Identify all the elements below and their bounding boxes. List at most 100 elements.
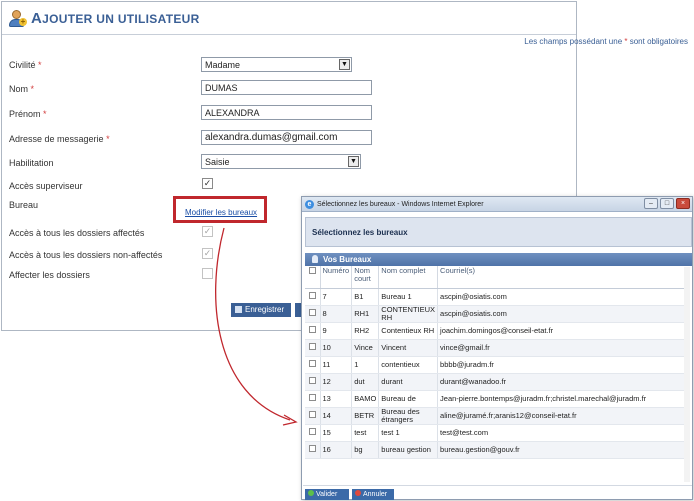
minimize-button[interactable]: – — [644, 198, 658, 209]
col-numero: Numéro — [319, 266, 352, 289]
row-checkbox[interactable] — [308, 343, 316, 350]
dialog-heading: Sélectionnez les bureaux — [305, 217, 692, 247]
courriel-cell: vince@gmail.fr — [437, 339, 688, 357]
numero-cell: 9 — [319, 322, 352, 340]
chevron-down-icon: ▼ — [339, 59, 350, 70]
affectes-label: Accès à tous les dossiers affectés — [9, 228, 145, 238]
row-checkbox[interactable] — [308, 428, 316, 435]
row-checkbox[interactable] — [308, 394, 316, 401]
close-button[interactable]: × — [676, 198, 690, 209]
col-nom-complet: Nom complet — [378, 266, 438, 289]
nom-court-cell: test — [351, 424, 379, 442]
page-title: AJOUTER UN UTILISATEUR — [31, 9, 200, 27]
nom-court-cell: 1 — [351, 356, 379, 374]
maximize-button[interactable]: □ — [660, 198, 674, 209]
form-header: + AJOUTER UN UTILISATEUR — [2, 2, 576, 35]
row-checkbox[interactable] — [308, 326, 316, 333]
valider-button[interactable]: Valider — [305, 489, 349, 500]
numero-cell: 15 — [319, 424, 352, 442]
row-checkbox[interactable] — [308, 292, 316, 299]
table-row[interactable]: 12 dut durant durant@wanadoo.fr — [305, 373, 688, 391]
courriel-cell: bureau.gestion@gouv.fr — [437, 441, 688, 459]
habilitation-label: Habilitation — [9, 158, 54, 168]
numero-cell: 10 — [319, 339, 352, 357]
col-courriels: Courriel(s) — [437, 266, 688, 289]
nom-complet-cell: test 1 — [378, 424, 438, 442]
courriel-cell: ascpin@osiatis.com — [437, 305, 688, 323]
table-row[interactable]: 16 bg bureau gestion bureau.gestion@gouv.fr — [305, 441, 688, 459]
nom-court-cell: bg — [351, 441, 379, 459]
courriel-cell: bbbb@juradm.fr — [437, 356, 688, 374]
nom-complet-cell: Bureau 1 — [378, 288, 438, 306]
save-button[interactable]: Enregistrer — [231, 303, 291, 317]
courriel-cell: durant@wanadoo.fr — [437, 373, 688, 391]
window-title: Sélectionnez les bureaux - Windows Inter… — [317, 200, 484, 208]
non-affectes-checkbox[interactable]: ✓ — [202, 248, 213, 259]
civilite-select[interactable]: Madame ▼ — [201, 57, 352, 72]
table-row[interactable]: 9 RH2 Contentieux RH joachim.domingos@conse… — [305, 322, 688, 340]
table-row[interactable]: 14 BETR Bureau des étrangers aline@juramé.f… — [305, 407, 688, 425]
courriel-cell: joachim.domingos@conseil-etat.fr — [437, 322, 688, 340]
select-all-checkbox[interactable] — [308, 267, 316, 274]
habilitation-select[interactable]: Saisie ▼ — [201, 154, 361, 169]
add-user-icon: + — [8, 9, 27, 27]
row-checkbox[interactable] — [308, 309, 316, 316]
table-row[interactable]: 15 test test 1 test@test.com — [305, 424, 688, 442]
nom-label: Nom * — [9, 84, 35, 94]
numero-cell: 12 — [319, 373, 352, 391]
annuler-button[interactable]: Annuler — [352, 489, 394, 500]
select-all-checkbox-cell[interactable] — [305, 266, 320, 289]
nom-complet-cell: durant — [378, 373, 438, 391]
nom-court-cell: RH2 — [351, 322, 379, 340]
nom-court-cell: Vince — [351, 339, 379, 357]
bureau-label: Bureau — [9, 200, 39, 210]
scrollbar[interactable] — [684, 267, 690, 482]
row-checkbox[interactable] — [308, 411, 316, 418]
table-row[interactable]: 8 RH1 CONTENTIEUX RH ascpin@osiatis.com — [305, 305, 688, 323]
bureaux-table: Numéro Nom court Nom complet Courriel(s)… — [305, 266, 688, 459]
nom-court-cell: BETR — [351, 407, 379, 425]
nom-court-cell: RH1 — [351, 305, 379, 323]
section-header: Vos Bureaux — [305, 253, 692, 266]
non-affectes-label: Accès à tous les dossiers non-affectés — [9, 250, 163, 260]
row-checkbox[interactable] — [308, 445, 316, 452]
modifier-bureaux-link[interactable]: Modifier les bureaux — [185, 208, 257, 217]
row-checkbox[interactable] — [308, 360, 316, 367]
courriel-cell: Jean-pierre.bontemps@juradm.fr;christel.… — [437, 390, 688, 408]
email-field[interactable]: alexandra.dumas@gmail.com — [201, 130, 372, 145]
check-icon — [308, 490, 314, 496]
table-header-row: Numéro Nom court Nom complet Courriel(s) — [305, 266, 688, 289]
cancel-icon — [355, 490, 361, 496]
civilite-label: Civilité * — [9, 60, 42, 70]
prenom-field[interactable]: ALEXANDRA — [201, 105, 372, 120]
prenom-label: Prénom * — [9, 109, 47, 119]
nom-complet-cell: bureau gestion — [378, 441, 438, 459]
nom-complet-cell: contentieux — [378, 356, 438, 374]
numero-cell: 16 — [319, 441, 352, 459]
window-titlebar: e Sélectionnez les bureaux - Windows Int… — [302, 197, 692, 212]
numero-cell: 8 — [319, 305, 352, 323]
select-bureaux-dialog: e Sélectionnez les bureaux - Windows Int… — [301, 196, 693, 500]
courriel-cell: test@test.com — [437, 424, 688, 442]
ie-icon: e — [305, 199, 314, 209]
courriel-cell: aline@juramé.fr;aranis12@conseil-etat.fr — [437, 407, 688, 425]
chevron-down-icon: ▼ — [348, 156, 359, 167]
affecter-checkbox[interactable] — [202, 268, 213, 279]
nom-court-cell: B1 — [351, 288, 379, 306]
numero-cell: 7 — [319, 288, 352, 306]
row-checkbox[interactable] — [308, 377, 316, 384]
nom-complet-cell: Bureau des étrangers — [378, 407, 438, 425]
table-row[interactable]: 11 1 contentieux bbbb@juradm.fr — [305, 356, 688, 374]
table-row[interactable]: 7 B1 Bureau 1 ascpin@osiatis.com — [305, 288, 688, 306]
dialog-footer: Valider Annuler — [303, 485, 692, 500]
floppy-icon — [235, 306, 242, 313]
numero-cell: 13 — [319, 390, 352, 408]
nom-complet-cell: Bureau de — [378, 390, 438, 408]
affecter-label: Affecter les dossiers — [9, 270, 90, 280]
table-row[interactable]: 10 Vince Vincent vince@gmail.fr — [305, 339, 688, 357]
affectes-checkbox[interactable]: ✓ — [202, 226, 213, 237]
nom-field[interactable]: DUMAS — [201, 80, 372, 95]
superviseur-checkbox[interactable]: ✓ — [202, 178, 213, 189]
email-label: Adresse de messagerie * — [9, 134, 110, 144]
table-row[interactable]: 13 BAMO Bureau de Jean-pierre.bontemps@jura… — [305, 390, 688, 408]
